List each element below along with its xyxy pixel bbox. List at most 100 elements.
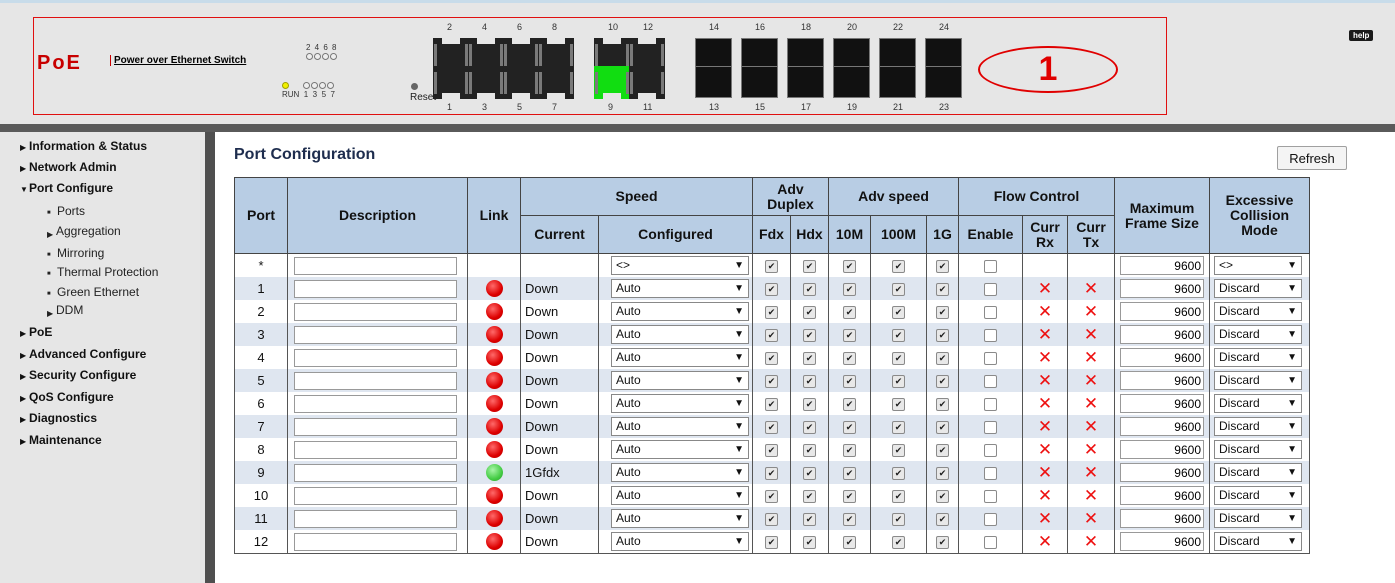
description-input[interactable]: [294, 348, 457, 367]
adv-fdx-checkbox[interactable]: ✔: [765, 283, 778, 297]
adv-100m-checkbox[interactable]: ✔: [892, 260, 905, 274]
adv-100m-checkbox[interactable]: ✔: [892, 536, 905, 550]
adv-hdx-checkbox[interactable]: ✔: [803, 421, 816, 435]
excessive-collision-select[interactable]: Discard ▼: [1214, 463, 1302, 482]
description-input[interactable]: [294, 532, 457, 551]
sidebar-item-ddm[interactable]: ▶ DDM: [47, 303, 83, 318]
adv-10m-checkbox[interactable]: ✔: [843, 283, 856, 297]
configured-speed-select[interactable]: Auto ▼: [611, 532, 749, 551]
adv-1g-checkbox[interactable]: ✔: [936, 260, 949, 274]
adv-10m-checkbox[interactable]: ✔: [843, 375, 856, 389]
excessive-collision-select[interactable]: <> ▼: [1214, 256, 1302, 275]
adv-10m-checkbox[interactable]: ✔: [843, 444, 856, 458]
adv-100m-checkbox[interactable]: ✔: [892, 306, 905, 320]
adv-hdx-checkbox[interactable]: ✔: [803, 283, 816, 297]
adv-hdx-checkbox[interactable]: ✔: [803, 375, 816, 389]
adv-1g-checkbox[interactable]: ✔: [936, 306, 949, 320]
adv-10m-checkbox[interactable]: ✔: [843, 260, 856, 274]
help-button[interactable]: help: [1349, 30, 1374, 41]
configured-speed-select[interactable]: Auto ▼: [611, 325, 749, 344]
max-frame-size-input[interactable]: [1120, 486, 1204, 505]
adv-1g-checkbox[interactable]: ✔: [936, 329, 949, 343]
max-frame-size-input[interactable]: [1120, 463, 1204, 482]
sidebar-item-mirroring[interactable]: ■ Mirroring: [47, 246, 104, 260]
adv-1g-checkbox[interactable]: ✔: [936, 398, 949, 412]
flow-control-enable-checkbox[interactable]: [984, 444, 997, 458]
description-input[interactable]: [294, 509, 457, 528]
description-input[interactable]: [294, 394, 457, 413]
sidebar-item-port-configure[interactable]: ▼Port Configure: [20, 181, 113, 195]
port-11-jack[interactable]: [629, 66, 665, 99]
adv-100m-checkbox[interactable]: ✔: [892, 283, 905, 297]
description-input[interactable]: [294, 417, 457, 436]
configured-speed-select[interactable]: Auto ▼: [611, 279, 749, 298]
configured-speed-select[interactable]: Auto ▼: [611, 509, 749, 528]
flow-control-enable-checkbox[interactable]: [984, 490, 997, 504]
adv-100m-checkbox[interactable]: ✔: [892, 352, 905, 366]
port-17-jack[interactable]: [787, 66, 824, 98]
refresh-button[interactable]: Refresh: [1277, 146, 1347, 170]
port-19-jack[interactable]: [833, 66, 870, 98]
adv-hdx-checkbox[interactable]: ✔: [803, 260, 816, 274]
adv-1g-checkbox[interactable]: ✔: [936, 444, 949, 458]
adv-100m-checkbox[interactable]: ✔: [892, 490, 905, 504]
port-5-jack[interactable]: [503, 66, 539, 99]
excessive-collision-select[interactable]: Discard ▼: [1214, 417, 1302, 436]
flow-control-enable-checkbox[interactable]: [984, 467, 997, 481]
sidebar-item-advanced-configure[interactable]: ▶ Advanced Configure: [20, 347, 146, 361]
adv-hdx-checkbox[interactable]: ✔: [803, 306, 816, 320]
port-7-jack[interactable]: [538, 66, 574, 99]
adv-hdx-checkbox[interactable]: ✔: [803, 352, 816, 366]
adv-1g-checkbox[interactable]: ✔: [936, 490, 949, 504]
adv-hdx-checkbox[interactable]: ✔: [803, 490, 816, 504]
adv-10m-checkbox[interactable]: ✔: [843, 421, 856, 435]
adv-fdx-checkbox[interactable]: ✔: [765, 536, 778, 550]
port-21-jack[interactable]: [879, 66, 916, 98]
configured-speed-select[interactable]: Auto ▼: [611, 348, 749, 367]
sidebar-item-ports[interactable]: ■ Ports: [47, 204, 85, 218]
adv-hdx-checkbox[interactable]: ✔: [803, 444, 816, 458]
adv-fdx-checkbox[interactable]: ✔: [765, 375, 778, 389]
max-frame-size-input[interactable]: [1120, 302, 1204, 321]
adv-100m-checkbox[interactable]: ✔: [892, 421, 905, 435]
adv-100m-checkbox[interactable]: ✔: [892, 398, 905, 412]
adv-10m-checkbox[interactable]: ✔: [843, 306, 856, 320]
excessive-collision-select[interactable]: Discard ▼: [1214, 279, 1302, 298]
adv-10m-checkbox[interactable]: ✔: [843, 329, 856, 343]
adv-1g-checkbox[interactable]: ✔: [936, 467, 949, 481]
configured-speed-select[interactable]: Auto ▼: [611, 417, 749, 436]
description-input[interactable]: [294, 440, 457, 459]
flow-control-enable-checkbox[interactable]: [984, 283, 997, 297]
max-frame-size-input[interactable]: [1120, 371, 1204, 390]
description-input[interactable]: [294, 325, 457, 344]
excessive-collision-select[interactable]: Discard ▼: [1214, 440, 1302, 459]
configured-speed-select[interactable]: Auto ▼: [611, 302, 749, 321]
adv-fdx-checkbox[interactable]: ✔: [765, 260, 778, 274]
adv-hdx-checkbox[interactable]: ✔: [803, 398, 816, 412]
configured-speed-select[interactable]: Auto ▼: [611, 394, 749, 413]
max-frame-size-input[interactable]: [1120, 440, 1204, 459]
adv-10m-checkbox[interactable]: ✔: [843, 467, 856, 481]
adv-100m-checkbox[interactable]: ✔: [892, 329, 905, 343]
excessive-collision-select[interactable]: Discard ▼: [1214, 325, 1302, 344]
adv-10m-checkbox[interactable]: ✔: [843, 490, 856, 504]
sidebar-item-green-ethernet[interactable]: ■ Green Ethernet: [47, 285, 139, 299]
adv-hdx-checkbox[interactable]: ✔: [803, 536, 816, 550]
adv-fdx-checkbox[interactable]: ✔: [765, 490, 778, 504]
adv-fdx-checkbox[interactable]: ✔: [765, 329, 778, 343]
adv-1g-checkbox[interactable]: ✔: [936, 375, 949, 389]
excessive-collision-select[interactable]: Discard ▼: [1214, 532, 1302, 551]
configured-speed-select[interactable]: Auto ▼: [611, 463, 749, 482]
adv-hdx-checkbox[interactable]: ✔: [803, 329, 816, 343]
adv-1g-checkbox[interactable]: ✔: [936, 283, 949, 297]
description-input[interactable]: [294, 463, 457, 482]
excessive-collision-select[interactable]: Discard ▼: [1214, 302, 1302, 321]
adv-10m-checkbox[interactable]: ✔: [843, 398, 856, 412]
sidebar-item-thermal-protection[interactable]: ■ Thermal Protection: [47, 265, 158, 279]
adv-1g-checkbox[interactable]: ✔: [936, 421, 949, 435]
adv-10m-checkbox[interactable]: ✔: [843, 513, 856, 527]
sidebar-item-network-admin[interactable]: ▶ Network Admin: [20, 160, 117, 174]
description-input[interactable]: [294, 302, 457, 321]
max-frame-size-input[interactable]: [1120, 509, 1204, 528]
sidebar-item-information-status[interactable]: ▶ Information & Status: [20, 139, 147, 153]
